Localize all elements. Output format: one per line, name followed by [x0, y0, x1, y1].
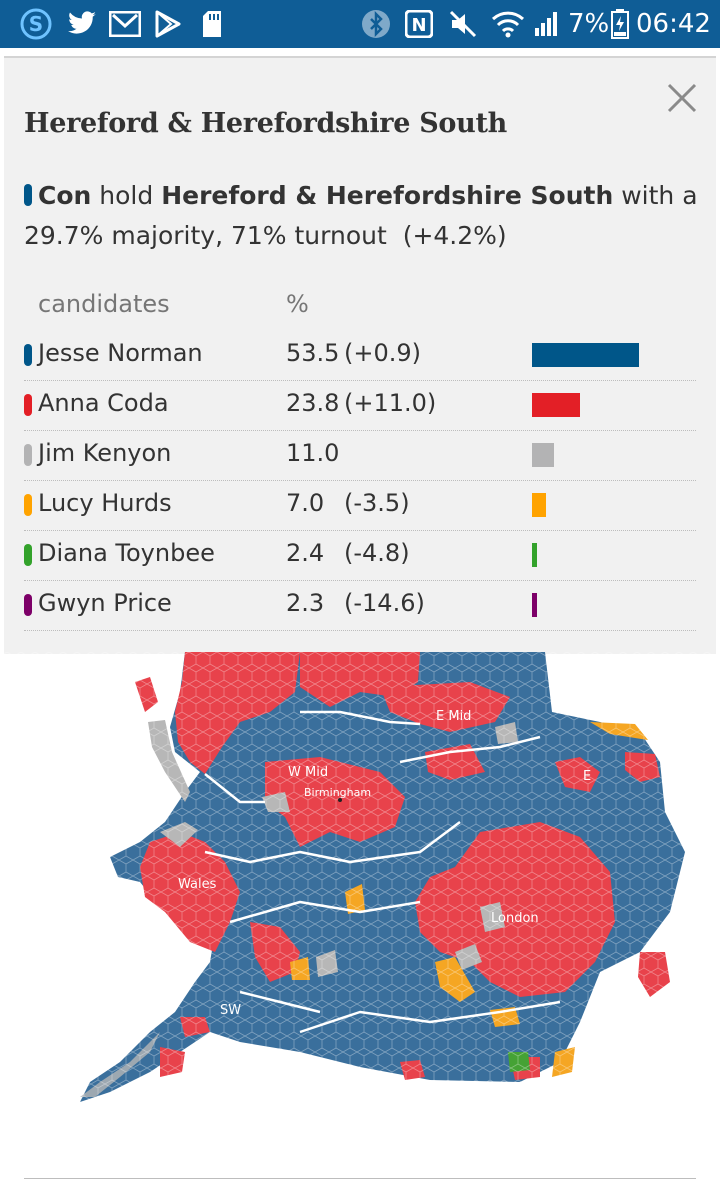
svg-text:S: S	[29, 12, 43, 36]
close-button[interactable]	[664, 80, 700, 116]
candidate-name: Diana Toynbee	[38, 539, 215, 567]
candidate-name: Jesse Norman	[38, 339, 203, 367]
candidate-name: Jim Kenyon	[38, 439, 172, 467]
summary-verb: hold	[99, 181, 154, 210]
party-name: Con	[38, 181, 92, 210]
bluetooth-icon	[360, 8, 392, 40]
clock: 06:42	[636, 9, 711, 39]
vote-share: 23.8	[286, 389, 340, 417]
vote-share: 2.3	[286, 589, 325, 617]
svg-text:N: N	[411, 15, 426, 36]
vote-share-bar	[532, 543, 537, 567]
candidate-row: Jesse Norman 53.5 (+0.9)	[24, 330, 696, 381]
twitter-icon	[66, 8, 98, 40]
gmail-icon	[108, 8, 142, 40]
close-icon	[667, 83, 697, 113]
play-store-icon	[154, 8, 182, 40]
wifi-icon	[490, 8, 526, 40]
party-color-dot	[24, 494, 32, 516]
candidate-row: Anna Coda 23.8 (+11.0)	[24, 380, 696, 431]
party-color-dot	[24, 444, 32, 466]
election-hex-map[interactable]: E Mid W Mid Birmingham E Wales London SW…	[0, 652, 720, 1122]
vote-change: (-4.8)	[344, 539, 410, 567]
candidate-row: Jim Kenyon 11.0	[24, 430, 696, 481]
label-emid: E Mid	[436, 709, 471, 724]
vote-change: (-3.5)	[344, 489, 410, 517]
vote-share-bar	[532, 593, 537, 617]
candidates-header: candidates	[38, 290, 170, 318]
label-sw: SW	[220, 1003, 241, 1018]
candidate-name: Anna Coda	[38, 389, 169, 417]
party-color-dot	[24, 544, 32, 566]
vote-share-bar	[532, 393, 580, 417]
region-lab-sw[interactable]	[160, 1047, 185, 1077]
battery-percent: 7%	[568, 9, 610, 39]
label-birmingham: Birmingham	[304, 786, 371, 799]
vote-change: (-14.6)	[344, 589, 425, 617]
vote-share-bar	[532, 343, 639, 367]
region-green-brighton[interactable]	[508, 1052, 530, 1072]
candidate-row: Diana Toynbee 2.4 (-4.8)	[24, 530, 696, 581]
vote-change: (+0.9)	[344, 339, 422, 367]
constituency-title: Hereford & Herefordshire South	[24, 108, 507, 139]
candidate-row: Gwyn Price 2.3 (-14.6)	[24, 580, 696, 631]
vote-share: 7.0	[286, 489, 325, 517]
label-wmid: W Mid	[288, 765, 328, 780]
signal-icon	[532, 8, 562, 40]
bottom-divider	[24, 1178, 696, 1179]
party-color-dot	[24, 394, 32, 416]
vote-share-bar	[532, 493, 546, 517]
result-summary: Con hold Hereford & Herefordshire South …	[24, 176, 704, 256]
party-dot	[24, 184, 32, 206]
summary-change: (+4.2%)	[402, 221, 507, 250]
party-color-dot	[24, 344, 32, 366]
nfc-icon: N	[404, 8, 434, 40]
label-e: E	[583, 769, 591, 784]
label-london: London	[491, 911, 539, 926]
region-lab-se[interactable]	[638, 952, 670, 997]
percent-header: %	[286, 290, 309, 318]
vote-share: 53.5	[286, 339, 340, 367]
vote-share: 11.0	[286, 439, 340, 467]
label-wales: Wales	[178, 877, 217, 892]
vote-change: (+11.0)	[344, 389, 437, 417]
battery-icon	[610, 8, 630, 40]
candidate-name: Lucy Hurds	[38, 489, 172, 517]
candidate-name: Gwyn Price	[38, 589, 172, 617]
map-regions	[0, 652, 720, 1122]
summary-seat: Hereford & Herefordshire South	[161, 181, 614, 210]
mute-icon	[448, 8, 478, 40]
party-color-dot	[24, 594, 32, 616]
label-se: SE	[606, 990, 622, 1005]
sd-card-icon	[200, 8, 224, 40]
vote-share-bar	[532, 443, 554, 467]
candidate-row: Lucy Hurds 7.0 (-3.5)	[24, 480, 696, 531]
region-lab-isle[interactable]	[135, 677, 158, 712]
status-bar: S N 7% 06:42	[0, 0, 720, 48]
sync-icon: S	[20, 8, 52, 40]
vote-share: 2.4	[286, 539, 325, 567]
